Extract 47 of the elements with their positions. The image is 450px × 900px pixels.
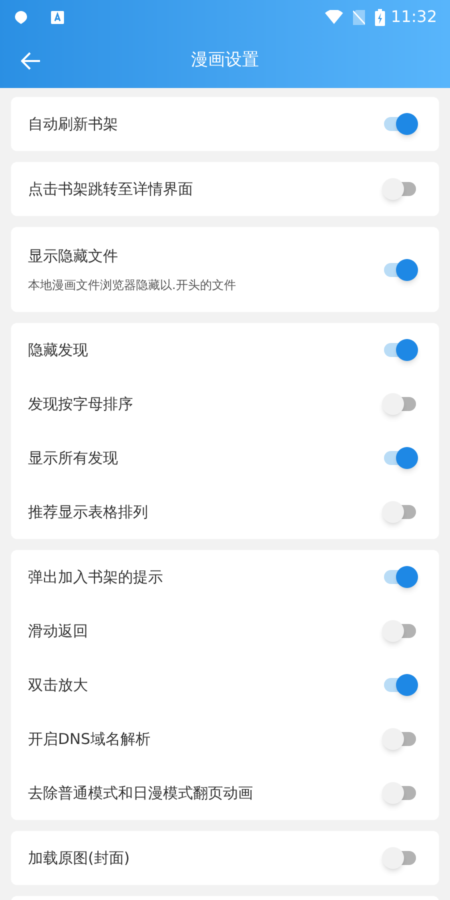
setting-title: 开启DNS域名解析	[28, 728, 152, 750]
app-icon	[51, 10, 64, 24]
setting-row[interactable]: 弹出加入书架的提示	[11, 550, 439, 604]
notification-icon	[13, 9, 29, 25]
wifi-icon	[324, 10, 343, 24]
toggle-switch[interactable]	[382, 782, 418, 804]
setting-title: 加载原图(封面)	[28, 848, 131, 869]
toggle-switch[interactable]	[382, 728, 418, 750]
setting-title: 双击放大	[28, 674, 89, 696]
setting-title: 自动刷新书架	[28, 114, 119, 135]
toggle-switch[interactable]	[382, 620, 418, 642]
setting-title: 发现按字母排序	[28, 394, 134, 415]
battery-charging-icon	[374, 8, 385, 26]
status-time: 11:32	[390, 6, 437, 28]
toggle-switch[interactable]	[382, 393, 418, 415]
setting-row[interactable]: 去除普通模式和日漫模式翻页动画	[11, 766, 439, 820]
setting-title: 点击书架跳转至详情界面	[28, 178, 194, 200]
toggle-switch[interactable]	[382, 847, 418, 869]
toggle-switch[interactable]	[382, 113, 418, 135]
setting-row[interactable]: 隐藏发现	[11, 323, 439, 377]
setting-title: 显示隐藏文件	[28, 246, 119, 268]
setting-row[interactable]: 显示隐藏文件 本地漫画文件浏览器隐藏以.开头的文件	[11, 227, 439, 312]
toggle-switch[interactable]	[382, 447, 418, 469]
toggle-switch[interactable]	[382, 501, 418, 523]
setting-description: 本地漫画文件浏览器隐藏以.开头的文件	[28, 276, 237, 294]
setting-row[interactable]: 开启DNS域名解析	[11, 712, 439, 766]
toggle-switch[interactable]	[382, 178, 418, 200]
setting-row[interactable]: 自动刷新书架	[11, 97, 439, 151]
setting-title: 隐藏发现	[28, 340, 89, 361]
setting-title: 推荐显示表格排列	[28, 502, 149, 523]
setting-row[interactable]: 显示所有发现	[11, 431, 439, 485]
setting-row[interactable]: 发现按字母排序	[11, 377, 439, 431]
setting-row[interactable]: 双击放大	[11, 658, 439, 712]
toggle-switch[interactable]	[382, 674, 418, 696]
setting-title: 显示所有发现	[28, 448, 119, 469]
toggle-switch[interactable]	[382, 566, 418, 588]
setting-title: 滑动返回	[28, 620, 89, 642]
no-sim-icon	[352, 10, 365, 24]
toggle-switch[interactable]	[382, 339, 418, 361]
setting-row[interactable]: 加载原图(封面)	[11, 831, 439, 885]
page-title: 漫画设置	[191, 49, 259, 72]
setting-row[interactable]: 推荐显示表格排列	[11, 485, 439, 539]
toggle-switch[interactable]	[382, 258, 418, 280]
setting-title: 去除普通模式和日漫模式翻页动画	[28, 782, 254, 804]
setting-row[interactable]: 点击书架跳转至详情界面	[11, 162, 439, 216]
setting-title: 弹出加入书架的提示	[28, 566, 164, 588]
setting-row[interactable]: 滑动返回	[11, 604, 439, 658]
